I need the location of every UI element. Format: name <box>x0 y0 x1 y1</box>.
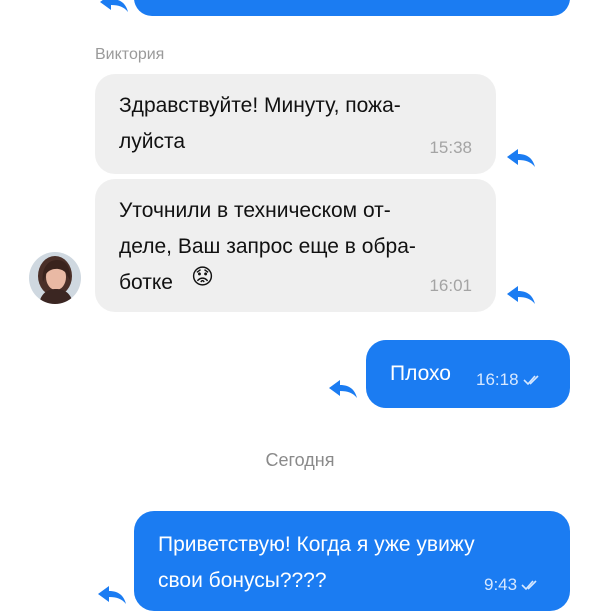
avatar[interactable] <box>29 252 81 304</box>
reply-arrow-icon[interactable] <box>504 145 538 169</box>
message-time: 16:18 <box>476 370 519 389</box>
message-bubble-incoming[interactable]: Здравствуйте! Минуту, пожа- луйста 15:38 <box>95 74 496 174</box>
message-bubble-outgoing[interactable]: Приветствую! Когда я уже увижу свои бону… <box>134 511 570 611</box>
reply-arrow-icon[interactable] <box>504 282 538 306</box>
message-text: Плохо <box>390 362 451 385</box>
message-text: Уточнили в техническом от- деле, Ваш зап… <box>119 199 416 294</box>
day-separator: Сегодня <box>265 450 335 470</box>
double-check-icon <box>521 580 537 591</box>
worried-face-emoji: 😟 <box>191 265 214 290</box>
message-time: 16:01 <box>429 276 472 295</box>
reply-arrow-icon[interactable] <box>95 582 129 606</box>
sender-name: Виктория <box>95 46 165 63</box>
message-bubble-outgoing[interactable]: Плохо 16:18 <box>366 340 570 408</box>
message-time: 9:43 <box>484 575 518 594</box>
reply-arrow-icon[interactable] <box>326 376 360 400</box>
message-status: 16:18 <box>476 370 543 390</box>
reply-arrow-icon[interactable] <box>97 0 131 14</box>
double-check-icon <box>522 375 539 386</box>
message-bubble-outgoing-partial[interactable] <box>134 0 570 16</box>
message-status: 9:43 <box>484 575 541 595</box>
message-bubble-incoming[interactable]: Уточнили в техническом от- деле, Ваш зап… <box>95 179 496 312</box>
message-time: 15:38 <box>429 138 472 157</box>
message-text: Приветствую! Когда я уже увижу свои бону… <box>158 533 475 592</box>
message-text: Здравствуйте! Минуту, пожа- луйста <box>119 94 401 153</box>
